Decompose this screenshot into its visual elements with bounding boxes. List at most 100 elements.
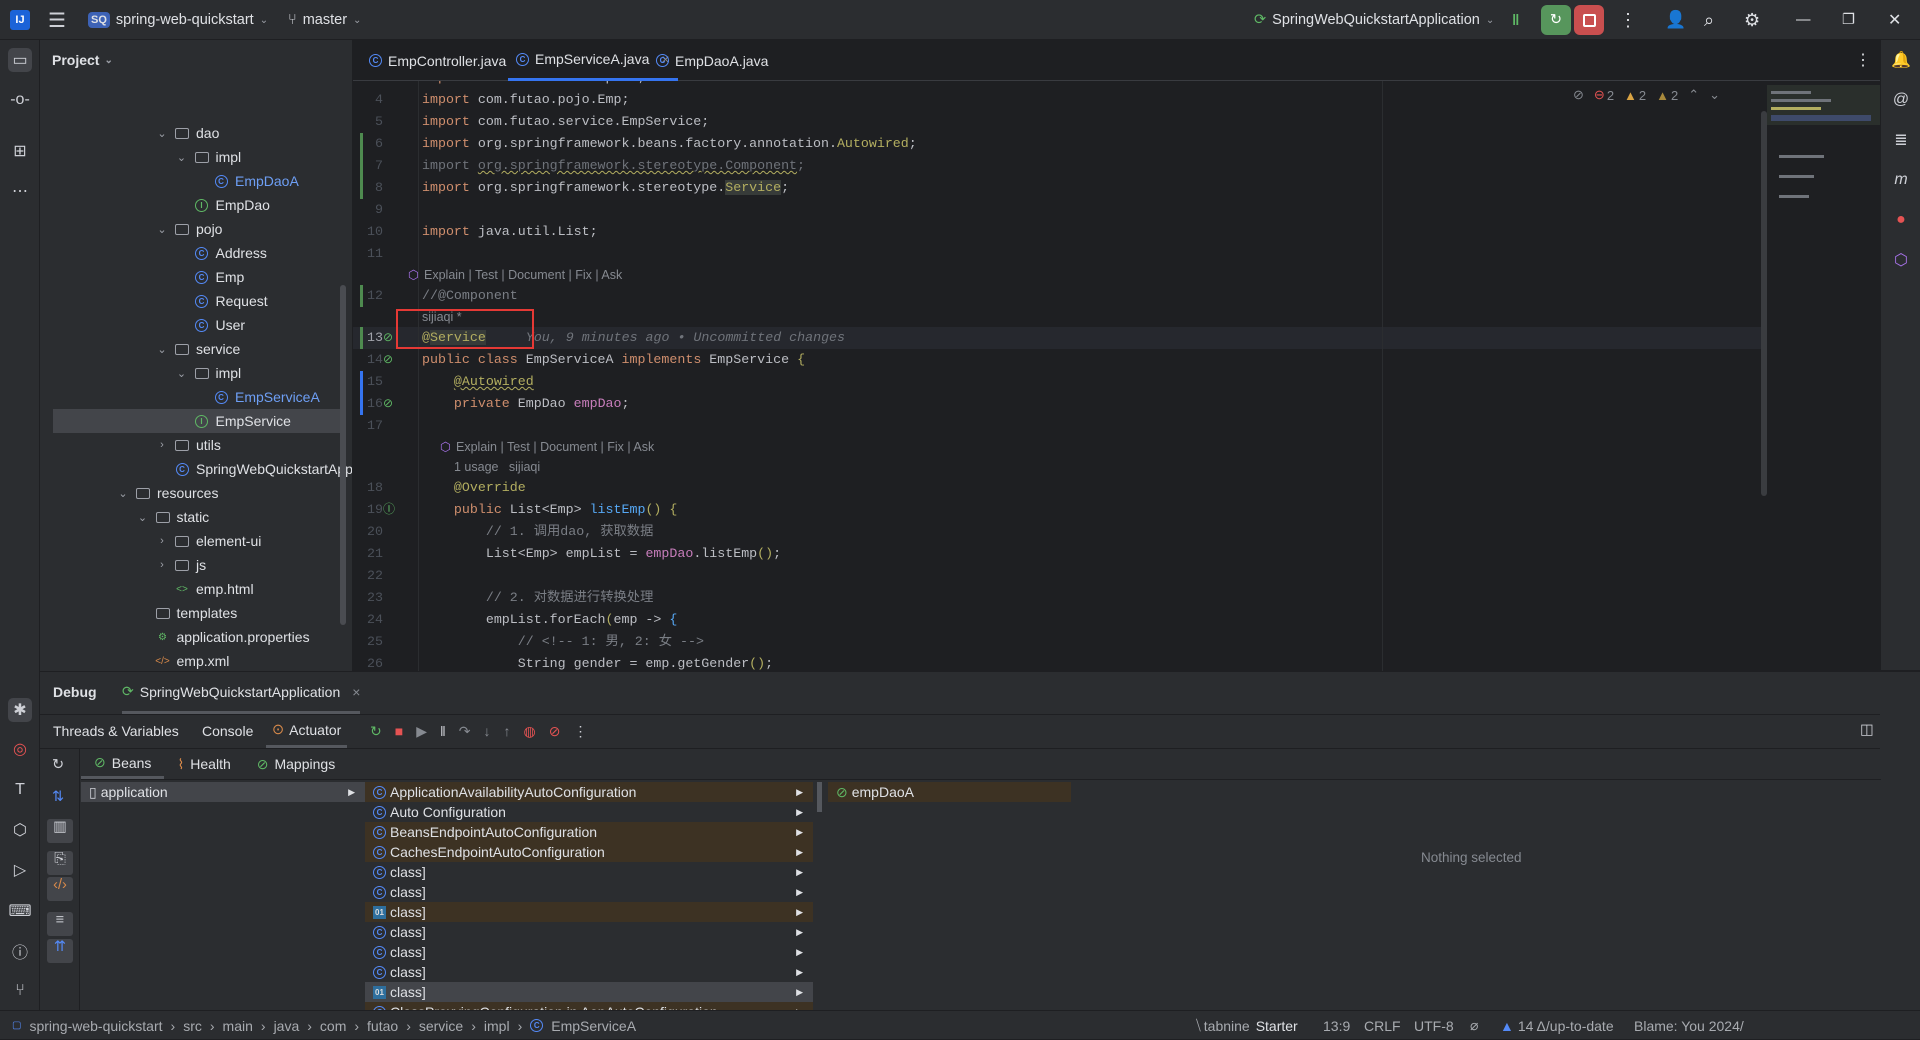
next-problem-icon[interactable]: ⌄	[1709, 87, 1720, 103]
caret-position[interactable]: 13:9	[1323, 1011, 1350, 1040]
breadcrumb-item[interactable]: java	[274, 1018, 300, 1034]
ai-assistant-icon[interactable]: @	[1889, 88, 1913, 112]
beans-scrollbar[interactable]	[817, 782, 822, 812]
code-line[interactable]: 4 import com.futao.pojo.Emp;	[353, 89, 1763, 111]
restore-icon[interactable]: ❐	[1842, 12, 1855, 28]
bean-row[interactable]: C Auto Configuration ▶	[365, 802, 813, 822]
debug-bug-icon[interactable]: ✱	[8, 698, 32, 722]
breadcrumb-item[interactable]: com	[320, 1018, 346, 1034]
tree-item-user[interactable]: C User	[40, 313, 340, 337]
step-out-icon[interactable]: ↑	[504, 723, 511, 739]
refresh-icon[interactable]: ↻	[52, 757, 64, 773]
search-icon[interactable]: ⌕	[1704, 10, 1714, 31]
project-switcher[interactable]: SQ spring-web-quickstart ⌄	[88, 0, 268, 40]
code-line[interactable]: 14 ⊘ public class EmpServiceA implements E…	[353, 349, 1763, 371]
tree-item-empservice[interactable]: I EmpService	[53, 409, 340, 433]
blame-status[interactable]: Blame: You 2024/	[1634, 1011, 1744, 1040]
bean-row[interactable]: Cclass] ▶	[365, 962, 813, 982]
bean-row[interactable]: 01 class] ▶	[365, 982, 813, 1002]
tree-item-js[interactable]: › js	[40, 553, 340, 577]
document-icon[interactable]: ≡	[47, 912, 73, 936]
commit-icon[interactable]: -o-	[8, 88, 32, 112]
step-over-icon[interactable]: ↷	[459, 723, 471, 740]
more-icon[interactable]: ⋮	[1855, 50, 1871, 70]
git-icon[interactable]: ⑂	[8, 979, 32, 1003]
bean-row[interactable]: C BeansEndpointAutoConfiguration ▶	[365, 822, 813, 842]
spring-bean-icon[interactable]: ⊘	[383, 349, 393, 371]
tree-item-templates[interactable]: templates	[40, 601, 340, 625]
tab-mappings[interactable]: ⊘ Mappings	[244, 749, 348, 779]
code-line[interactable]: 20 // 1. 调用dao, 获取数据	[353, 521, 1763, 543]
code-icon[interactable]: ‹/›	[47, 877, 73, 901]
project-panel-header[interactable]: Project ⌄	[52, 40, 113, 80]
branch-switcher[interactable]: ⑂ master ⌄	[288, 0, 361, 40]
tree-item-element-ui[interactable]: › element-ui	[40, 529, 340, 553]
close-icon[interactable]: ✕	[1888, 10, 1901, 30]
readonly-toggle-icon[interactable]: ⌀	[1470, 1011, 1478, 1040]
bean-detail-row[interactable]: ⊘ empDaoA	[828, 782, 1071, 802]
inspection-widget[interactable]: ⊘ ⊖ 2 ▲ 2 ▲ 2 ⌃ ⌄	[1573, 87, 1720, 103]
chevron-down-icon[interactable]: ⌄	[137, 511, 149, 524]
code-line[interactable]: 22	[353, 565, 1763, 587]
code-line[interactable]: 24 empList.forEach(emp -> {	[353, 609, 1763, 631]
view-breakpoints-icon[interactable]: ◍	[524, 723, 536, 740]
maven-icon[interactable]: m	[1889, 168, 1913, 192]
bean-row[interactable]: Cclass] ▶	[365, 862, 813, 882]
stop-button[interactable]	[1574, 5, 1604, 35]
tree-item-impl[interactable]: ⌄ impl	[40, 145, 340, 169]
code-line[interactable]: 19 Ⓘ public List<Emp> listEmp() {	[353, 499, 1763, 521]
tree-scrollbar[interactable]	[340, 285, 346, 625]
code-line[interactable]: 10 import java.util.List;	[353, 221, 1763, 243]
more-icon[interactable]: ⋮	[1619, 10, 1637, 31]
code-line[interactable]: 8 import org.springframework.stereotype.S…	[353, 177, 1763, 199]
code-line[interactable]: 7 import org.springframework.stereotype.C…	[353, 155, 1763, 177]
chevron-right-icon[interactable]: ›	[156, 535, 168, 547]
spring-bean-icon[interactable]: ⊘	[383, 327, 393, 349]
chevron-down-icon[interactable]: ⌄	[156, 127, 168, 140]
ai-actions-hint[interactable]: ⬡ Explain | Test | Document | Fix | Ask	[353, 437, 1763, 457]
tab-actuator[interactable]: ⊙ Actuator	[266, 714, 348, 748]
gear-icon[interactable]: ⚙	[1744, 10, 1760, 31]
chevron-right-icon[interactable]: ›	[156, 559, 168, 571]
tree-item-request[interactable]: C Request	[40, 289, 340, 313]
collapse-icon[interactable]: ⇈	[47, 939, 73, 963]
chevron-down-icon[interactable]: ⌄	[156, 223, 168, 236]
rerun-icon[interactable]: ↻	[370, 723, 382, 740]
breadcrumb-item[interactable]: impl	[484, 1018, 510, 1034]
chevron-down-icon[interactable]: ⌄	[176, 367, 188, 380]
tree-item-emp[interactable]: C Emp	[40, 265, 340, 289]
mute-breakpoints-icon[interactable]: ⊘	[549, 723, 561, 740]
code-line[interactable]: 17	[353, 415, 1763, 437]
tree-item-empdaoa[interactable]: C EmpDaoA	[40, 169, 340, 193]
breadcrumb-item[interactable]: futao	[367, 1018, 398, 1034]
tree-item-application-properties[interactable]: ⚙ application.properties	[40, 625, 340, 649]
copy-icon[interactable]: ⎘	[47, 851, 73, 875]
spring-bean-icon[interactable]: ⊘	[383, 393, 393, 415]
code-line[interactable]: 16 ⊘ private EmpDao empDao;	[353, 393, 1763, 415]
minimap[interactable]	[1767, 85, 1880, 335]
tree-item-static[interactable]: ⌄ static	[40, 505, 340, 529]
tab-empdaoa-java[interactable]: C EmpDaoA.java	[648, 40, 776, 81]
terminal-icon[interactable]: ⌨	[8, 899, 32, 923]
tab-console[interactable]: Console	[202, 723, 253, 739]
code-line[interactable]: 18 @Override	[353, 477, 1763, 499]
code-line[interactable]: 13 ⊘ @Service You, 9 minutes ago • Uncommit…	[353, 327, 1763, 349]
tree-item-emp-xml[interactable]: </> emp.xml	[40, 649, 340, 671]
build-hammer-icon[interactable]: T	[8, 778, 32, 802]
chevron-down-icon[interactable]: ⌄	[176, 151, 188, 164]
code-line[interactable]: 25 // <!-- 1: 男, 2: 女 -->	[353, 631, 1763, 653]
code-line[interactable]: 5 import com.futao.service.EmpService;	[353, 111, 1763, 133]
breadcrumb-item[interactable]: main	[223, 1018, 253, 1034]
notifications-bell-icon[interactable]: 🔔	[1889, 48, 1913, 72]
tree-item-springwebquickstartappli[interactable]: C SpringWebQuickstartAppli	[40, 457, 352, 481]
run-config-selector[interactable]: ⟳ SpringWebQuickstartApplication ⌄	[1254, 0, 1494, 40]
code-line[interactable]: 15 @Autowired	[353, 371, 1763, 393]
bean-row[interactable]: Cclass] ▶	[365, 942, 813, 962]
more-tools-icon[interactable]: ⋯	[8, 179, 32, 203]
tree-item-service[interactable]: ⌄ service	[40, 337, 340, 361]
tree-item-empservicea[interactable]: C EmpServiceA	[40, 385, 340, 409]
code-line[interactable]: 21 List<Emp> empList = empDao.listEmp();	[353, 543, 1763, 565]
code-line[interactable]: 6 import org.springframework.beans.factor…	[353, 133, 1763, 155]
tab-empcontroller-java[interactable]: C EmpController.java	[361, 40, 514, 81]
code-line[interactable]: 3 import com.futao.dao.EmpDao;	[353, 81, 1763, 89]
